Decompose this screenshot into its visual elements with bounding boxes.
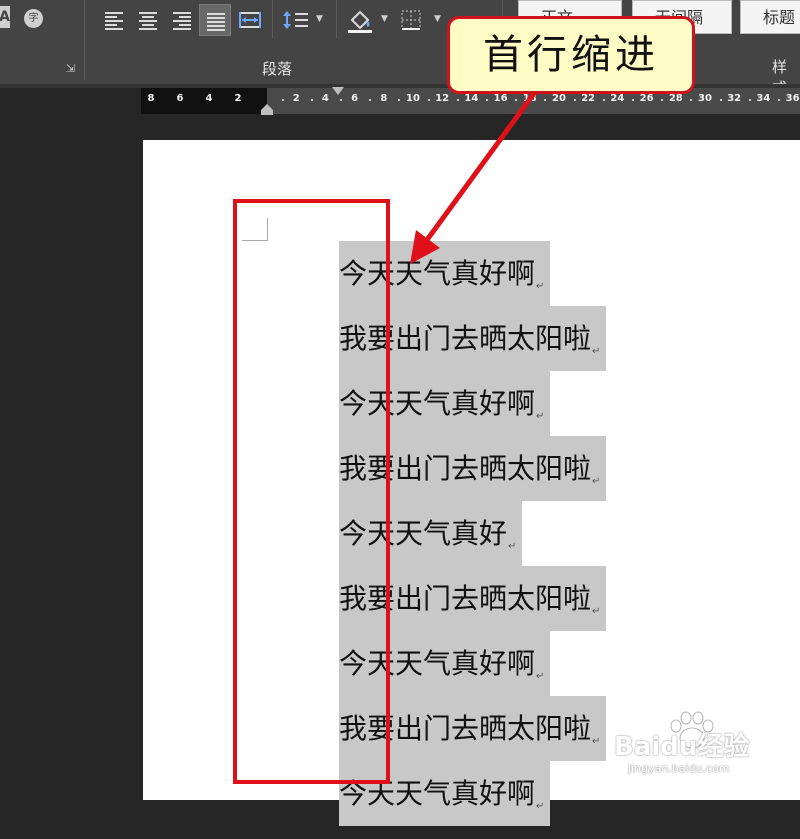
watermark-url: jingyan.baidu.com — [628, 762, 730, 775]
first-line-indent-callout: 首行缩进 — [447, 16, 695, 94]
paragraph-mark-icon: ↵ — [536, 801, 545, 812]
annotation-arrow — [410, 89, 538, 264]
watermark-brand: Baidu经验 — [614, 732, 750, 762]
baidu-watermark: Baidu经验 jingyan.baidu.com — [612, 711, 792, 792]
